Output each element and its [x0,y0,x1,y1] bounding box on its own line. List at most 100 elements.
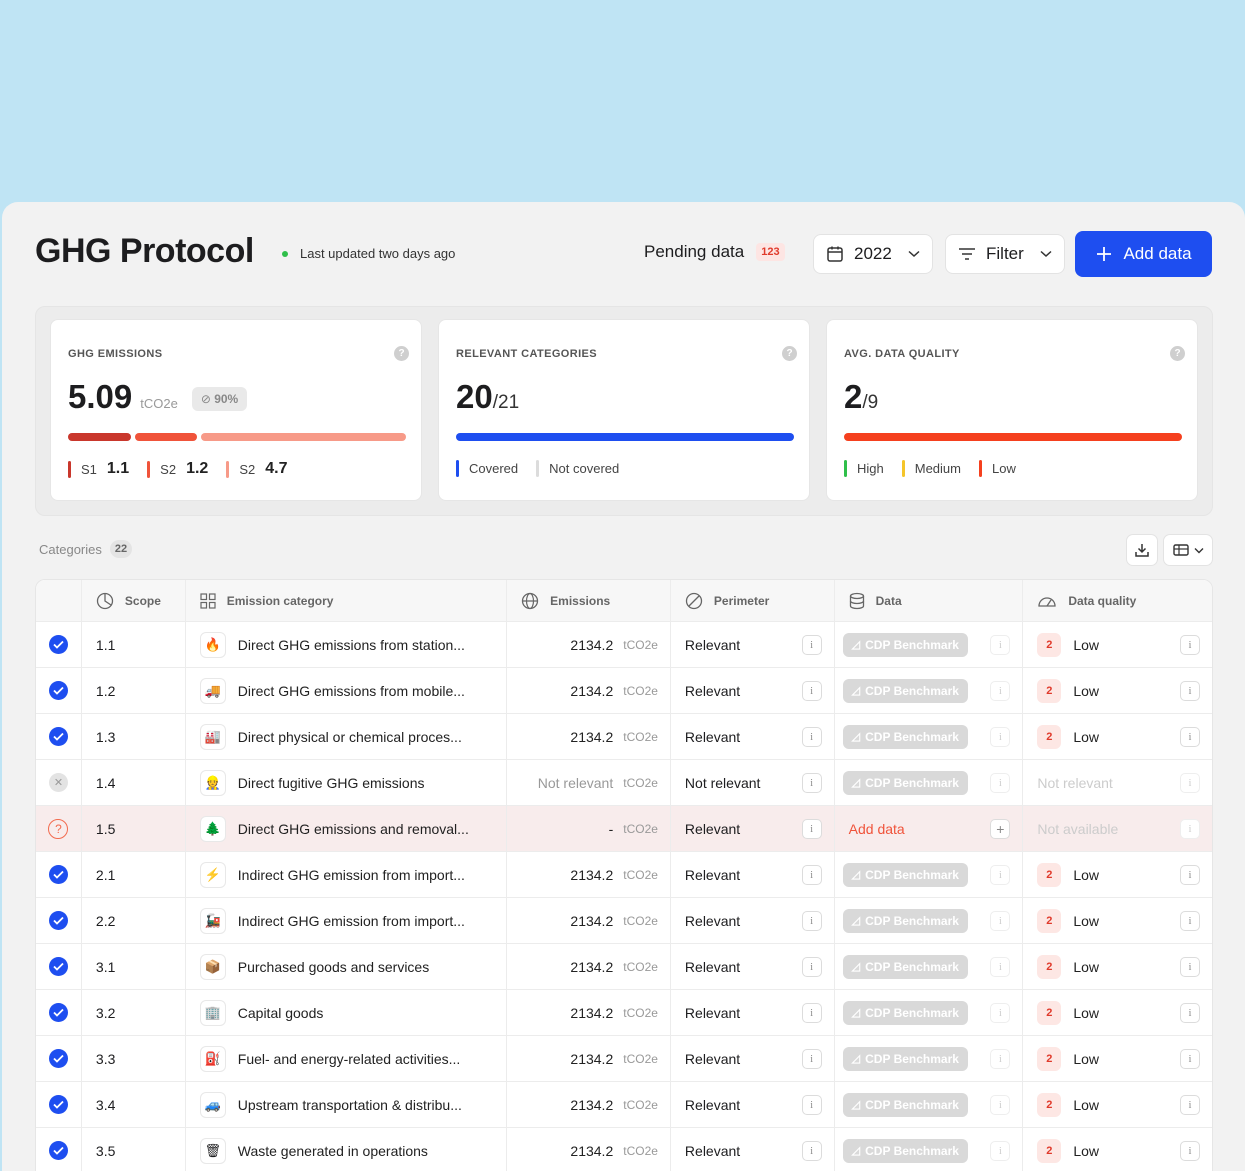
info-icon[interactable]: i [801,1095,822,1115]
header-data-quality[interactable]: Data quality [1023,580,1212,621]
category-cell[interactable]: 👷 Direct fugitive GHG emissions [186,760,508,805]
row-status[interactable] [36,622,82,667]
table-row[interactable]: 2.1 ⚡ Indirect GHG emission from import..… [36,852,1212,898]
table-row[interactable]: 3.4 🚙 Upstream transportation & distribu.… [36,1082,1212,1128]
info-icon[interactable]: i [990,773,1011,793]
table-row[interactable]: 2.2 🚂 Indirect GHG emission from import..… [36,898,1212,944]
row-status[interactable] [36,944,82,989]
row-status[interactable] [36,1128,82,1171]
question-circle-icon[interactable]: ? [48,818,69,839]
info-icon[interactable]: i [801,681,822,701]
check-circle-icon[interactable] [48,911,68,930]
info-icon[interactable]: i [990,911,1011,931]
excluded-icon[interactable]: ✕ [48,773,68,792]
table-row[interactable]: 3.5 🗑 Waste generated in operations 2134.… [36,1128,1212,1171]
header-data[interactable]: Data [835,580,1024,621]
category-cell[interactable]: 📦 Purchased goods and services [186,944,508,989]
header-category[interactable]: Emission category [186,580,508,621]
info-icon[interactable]: i [1180,727,1201,747]
info-icon[interactable]: i [1180,635,1201,655]
help-icon[interactable]: ? [782,346,797,361]
check-circle-icon[interactable] [48,727,68,746]
info-icon[interactable]: i [990,1049,1011,1069]
info-icon[interactable]: i [801,727,822,747]
table-row[interactable]: 1.1 🔥 Direct GHG emissions from station..… [36,622,1212,668]
info-icon[interactable]: i [801,635,822,655]
row-status[interactable]: ? [36,806,82,851]
row-status[interactable] [36,1082,82,1127]
data-source-badge[interactable]: ◿ CDP Benchmark [842,862,968,887]
table-row[interactable]: ? 1.5 🌲 Direct GHG emissions and removal.… [36,806,1212,852]
info-icon[interactable]: i [990,727,1011,747]
data-source-badge[interactable]: ◿ CDP Benchmark [842,678,968,703]
row-status[interactable] [36,668,82,713]
row-status[interactable]: ✕ [36,760,82,805]
category-cell[interactable]: 🏭 Direct physical or chemical proces... [186,714,508,759]
add-data-button[interactable]: Add data [1075,231,1212,277]
data-source-badge[interactable]: ◿ CDP Benchmark [842,1046,968,1071]
table-row[interactable]: 1.2 🚚 Direct GHG emissions from mobile...… [36,668,1212,714]
view-options-button[interactable] [1163,534,1213,566]
info-icon[interactable]: i [801,1049,822,1069]
table-row[interactable]: 3.1 📦 Purchased goods and services 2134.2… [36,944,1212,990]
info-icon[interactable]: i [801,773,822,793]
data-source-badge[interactable]: ◿ CDP Benchmark [842,1000,968,1025]
info-icon[interactable]: i [990,865,1011,885]
category-cell[interactable]: ⚡ Indirect GHG emission from import... [186,852,508,897]
row-status[interactable] [36,990,82,1035]
check-circle-icon[interactable] [48,1141,68,1160]
year-select[interactable]: 2022 [813,234,933,274]
pending-data-link[interactable]: Pending data 123 [644,242,785,262]
data-source-badge[interactable]: ◿ CDP Benchmark [842,724,968,749]
category-cell[interactable]: 🗑 Waste generated in operations [186,1128,508,1171]
info-icon[interactable]: i [801,865,822,885]
check-circle-icon[interactable] [48,957,68,976]
info-icon[interactable]: i [1180,865,1201,885]
table-row[interactable]: 1.3 🏭 Direct physical or chemical proces.… [36,714,1212,760]
info-icon[interactable]: i [990,1095,1011,1115]
data-source-badge[interactable]: ◿ CDP Benchmark [842,954,968,979]
download-button[interactable] [1126,534,1158,566]
info-icon[interactable]: i [990,957,1011,977]
category-cell[interactable]: 🔥 Direct GHG emissions from station... [186,622,508,667]
info-icon[interactable]: i [990,635,1011,655]
info-icon[interactable]: i [1180,1141,1201,1161]
help-icon[interactable]: ? [1170,346,1185,361]
info-icon[interactable]: i [990,1003,1011,1023]
info-icon[interactable]: i [801,957,822,977]
info-icon[interactable]: i [1180,681,1201,701]
data-source-badge[interactable]: ◿ CDP Benchmark [842,632,968,657]
row-status[interactable] [36,898,82,943]
table-row[interactable]: 3.2 🏢 Capital goods 2134.2 tCO2e Relevant i… [36,990,1212,1036]
category-cell[interactable]: 🚚 Direct GHG emissions from mobile... [186,668,508,713]
header-scope[interactable]: Scope [82,580,186,621]
info-icon[interactable]: i [1180,911,1201,931]
add-data-link[interactable]: Add data [843,821,905,837]
check-circle-icon[interactable] [48,865,68,884]
table-row[interactable]: 3.3 ⛽ Fuel- and energy-related activities… [36,1036,1212,1082]
table-row[interactable]: ✕ 1.4 👷 Direct fugitive GHG emissions Not… [36,760,1212,806]
header-perimeter[interactable]: Perimeter [671,580,835,621]
check-circle-icon[interactable] [48,1003,68,1022]
info-icon[interactable]: i [1180,773,1201,793]
check-circle-icon[interactable] [48,1049,68,1068]
info-icon[interactable]: i [990,1141,1011,1161]
info-icon[interactable]: i [1180,957,1201,977]
plus-icon[interactable]: + [990,819,1011,839]
data-source-badge[interactable]: ◿ CDP Benchmark [842,770,968,795]
category-cell[interactable]: 🚙 Upstream transportation & distribu... [186,1082,508,1127]
data-source-badge[interactable]: ◿ CDP Benchmark [842,1092,968,1117]
check-circle-icon[interactable] [48,635,68,654]
category-cell[interactable]: 🏢 Capital goods [186,990,508,1035]
info-icon[interactable]: i [1180,1095,1201,1115]
info-icon[interactable]: i [801,911,822,931]
info-icon[interactable]: i [801,1141,822,1161]
data-source-badge[interactable]: ◿ CDP Benchmark [842,1138,968,1163]
data-source-badge[interactable]: ◿ CDP Benchmark [842,908,968,933]
info-icon[interactable]: i [1180,819,1201,839]
info-icon[interactable]: i [801,1003,822,1023]
check-circle-icon[interactable] [48,681,68,700]
info-icon[interactable]: i [990,681,1011,701]
info-icon[interactable]: i [1180,1003,1201,1023]
check-circle-icon[interactable] [48,1095,68,1114]
